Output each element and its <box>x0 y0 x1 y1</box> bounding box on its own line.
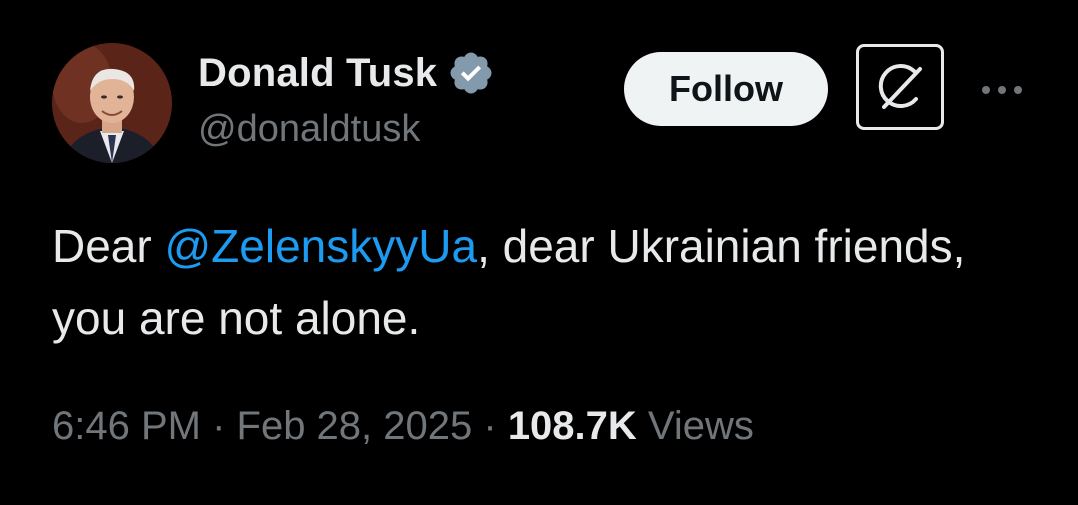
author-name-row: Donald Tusk <box>198 48 495 98</box>
grok-icon <box>878 64 922 109</box>
author-display-name[interactable]: Donald Tusk <box>198 51 437 96</box>
follow-button[interactable]: Follow <box>624 52 828 126</box>
author-handle[interactable]: @donaldtusk <box>198 108 420 151</box>
tweet-text: Dear @ZelenskyyUa, dear Ukrainian friend… <box>52 210 1032 354</box>
avatar-image <box>52 43 172 163</box>
meta-separator: · <box>200 404 237 448</box>
tweet-meta: 6:46 PM · Feb 28, 2025 · 108.7K Views <box>52 404 754 449</box>
avatar[interactable] <box>52 43 172 163</box>
views-label: Views <box>647 404 754 448</box>
views-count[interactable]: 108.7K <box>508 404 637 448</box>
mention-link[interactable]: @ZelenskyyUa <box>164 220 477 272</box>
tweet-time[interactable]: 6:46 PM <box>52 404 201 448</box>
tweet-date[interactable]: Feb 28, 2025 <box>237 404 473 448</box>
more-options-button[interactable] <box>978 70 1026 110</box>
meta-separator: · <box>472 404 508 448</box>
verified-badge-icon[interactable] <box>447 49 495 97</box>
tweet-card: Donald Tusk @donaldtusk Follow Dear @Zel… <box>0 0 1078 505</box>
grok-button[interactable] <box>856 44 944 130</box>
tweet-text-start: Dear <box>52 220 165 272</box>
more-icon <box>982 86 1022 94</box>
